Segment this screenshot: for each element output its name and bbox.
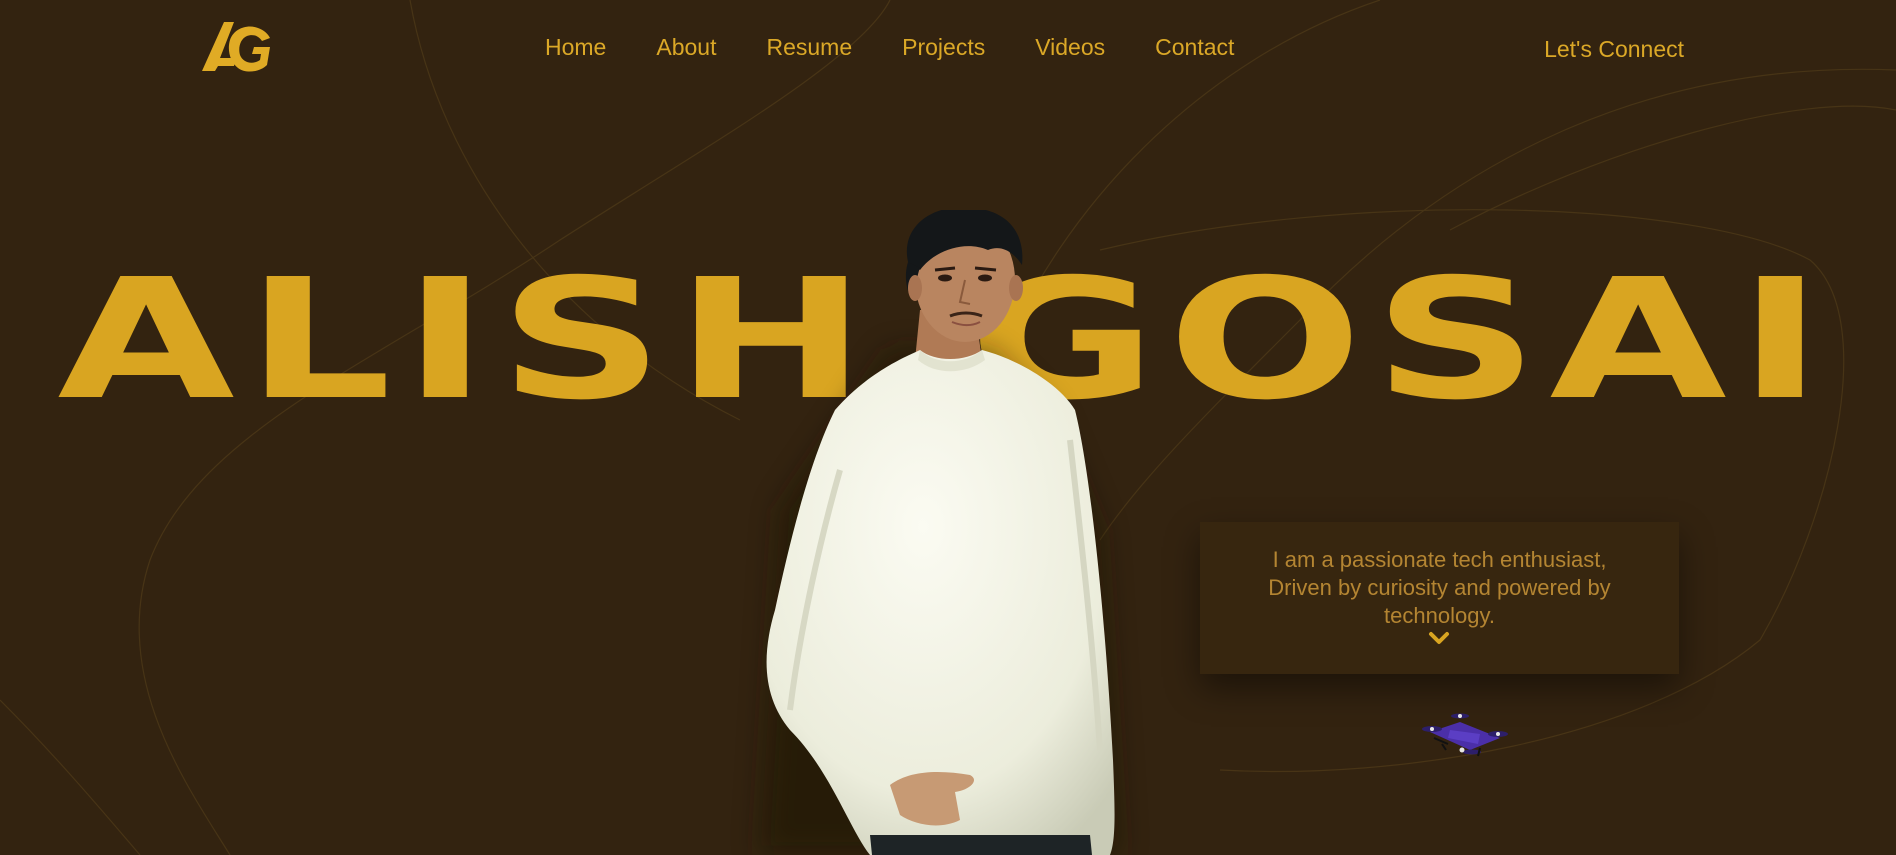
nav-home[interactable]: Home	[545, 34, 606, 61]
nav-videos[interactable]: Videos	[1035, 34, 1105, 61]
main-nav: Home About Resume Projects Videos Contac…	[545, 34, 1284, 61]
nav-resume[interactable]: Resume	[766, 34, 852, 61]
nav-about[interactable]: About	[656, 34, 716, 61]
intro-card: I am a passionate tech enthusiast, Drive…	[1200, 522, 1679, 674]
lets-connect-button[interactable]: Let's Connect	[1544, 36, 1684, 63]
nav-contact[interactable]: Contact	[1155, 34, 1234, 61]
portrait-photo	[760, 210, 1120, 855]
intro-text: I am a passionate tech enthusiast, Drive…	[1268, 547, 1611, 628]
portfolio-page: Home About Resume Projects Videos Contac…	[0, 0, 1896, 855]
chevron-down-icon[interactable]	[1427, 630, 1451, 648]
nav-projects[interactable]: Projects	[902, 34, 985, 61]
logo[interactable]	[200, 18, 276, 74]
drone-icon	[1422, 713, 1508, 757]
